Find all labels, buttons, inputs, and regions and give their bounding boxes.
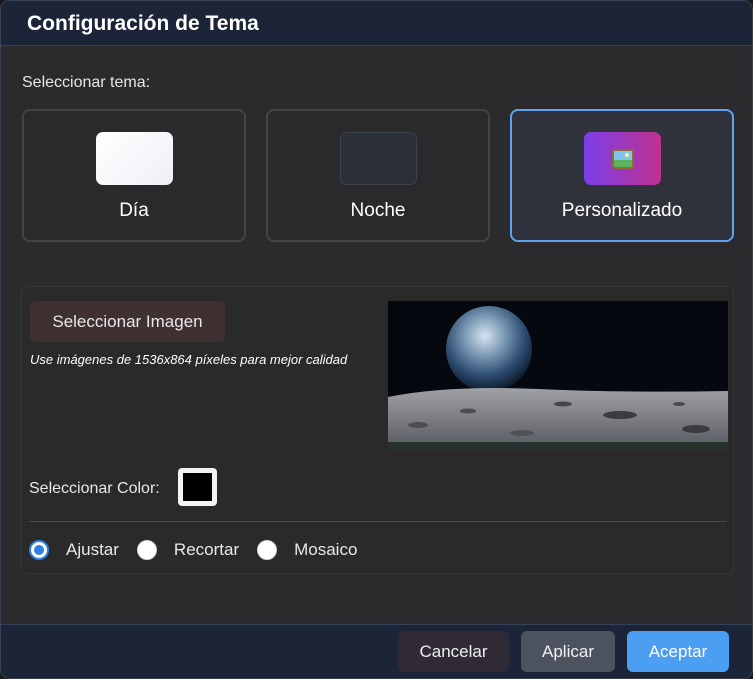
apply-button[interactable]: Aplicar <box>521 631 615 672</box>
image-icon <box>611 148 634 169</box>
divider <box>29 521 727 522</box>
accept-button[interactable]: Aceptar <box>627 631 729 672</box>
theme-option-label: Personalizado <box>561 200 683 221</box>
day-theme-swatch <box>96 132 173 185</box>
color-picker-swatch[interactable] <box>178 468 217 506</box>
theme-section-label: Seleccionar tema: <box>22 74 151 91</box>
titlebar: Configuración de Tema <box>1 1 752 46</box>
dialog-footer: Cancelar Aplicar Aceptar <box>1 624 752 678</box>
theme-settings-dialog: Configuración de Tema Seleccionar tema: … <box>0 0 753 679</box>
theme-option-night[interactable]: Noche <box>266 109 490 242</box>
dialog-title: Configuración de Tema <box>27 12 259 35</box>
night-theme-swatch <box>340 132 417 185</box>
theme-option-label: Día <box>119 200 149 221</box>
fit-mode-radio-group: Ajustar Recortar Mosaico <box>29 538 375 562</box>
theme-option-custom[interactable]: Personalizado <box>510 109 734 242</box>
earthrise-preview-image <box>388 301 728 450</box>
fit-radio-ajustar[interactable]: Ajustar <box>29 540 119 560</box>
radio-label: Ajustar <box>66 540 119 559</box>
image-size-hint: Use imágenes de 1536x864 píxeles para me… <box>30 352 348 367</box>
radio-label: Mosaico <box>294 540 358 559</box>
background-image-preview <box>388 301 728 450</box>
radio-button[interactable] <box>29 540 49 560</box>
theme-option-day[interactable]: Día <box>22 109 246 242</box>
custom-theme-panel: Seleccionar Imagen Use imágenes de 1536x… <box>21 286 734 574</box>
radio-button[interactable] <box>136 540 157 560</box>
radio-button[interactable] <box>257 540 278 560</box>
fit-radio-mosaico[interactable]: Mosaico <box>257 540 357 560</box>
cancel-button[interactable]: Cancelar <box>398 631 509 672</box>
theme-option-label: Noche <box>350 200 406 221</box>
color-label: Seleccionar Color: <box>29 480 160 497</box>
custom-theme-swatch <box>584 132 661 185</box>
radio-label: Recortar <box>173 540 240 559</box>
select-image-button[interactable]: Seleccionar Imagen <box>30 301 225 342</box>
fit-radio-recortar[interactable]: Recortar <box>136 540 240 560</box>
